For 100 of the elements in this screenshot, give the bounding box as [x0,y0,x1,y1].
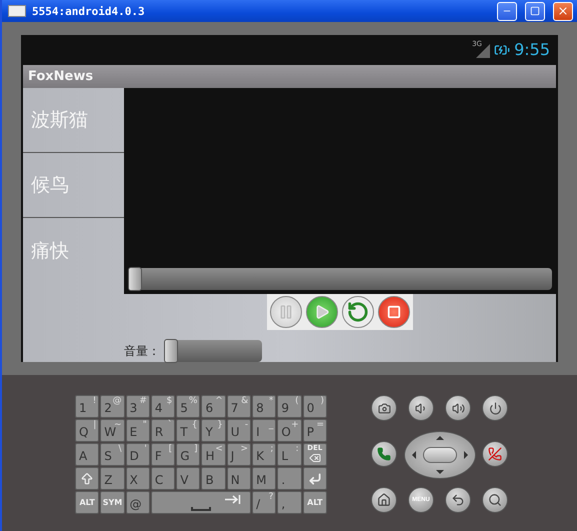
alt-character: # [139,396,147,406]
keyboard-key[interactable]: 6 ^ [201,395,226,418]
right-arrow-icon[interactable] [464,451,468,459]
seek-thumb[interactable] [128,267,142,291]
keyboard-key[interactable]: 0 ) [302,395,327,418]
keyboard-key[interactable]: Z [100,467,125,490]
keyboard-key[interactable]: H< [201,443,226,466]
alt-character: { [192,420,198,430]
keyboard-key[interactable]: E " [126,419,150,442]
alt-character: % [188,396,198,406]
alt-character: | [93,420,96,430]
space-key[interactable] [150,491,252,514]
keyboard-key[interactable]: B [201,467,226,490]
volume-up-icon [452,402,464,414]
keyboard-key[interactable]: P = [302,419,327,442]
up-arrow-icon[interactable] [436,436,444,440]
stop-button[interactable] [378,296,410,328]
home-icon [377,493,391,507]
dpad-center-button[interactable] [422,447,456,463]
volume-down-icon [414,402,428,414]
play-button[interactable] [306,296,338,328]
clock: 9:55 [514,40,550,60]
end-call-icon [488,447,502,461]
keyboard-key[interactable]: N [226,467,252,490]
keyboard-key[interactable]: , [277,491,302,514]
alt-character: + [291,420,299,430]
keyboard-key[interactable]: G ] [176,443,200,466]
stop-icon [387,305,401,319]
volume-slider[interactable] [164,340,262,362]
keyboard-key[interactable]: R ` [150,419,176,442]
keyboard-key[interactable]: A [75,443,100,466]
keyboard-key[interactable]: 5% [176,395,200,418]
replay-icon [347,301,369,323]
replay-button[interactable] [342,296,374,328]
keyboard-key[interactable]: 7 & [226,395,252,418]
alt-character: & [241,396,248,406]
keyboard-key[interactable]: O+ [277,419,302,442]
pause-button[interactable] [270,296,302,328]
end-call-button[interactable] [482,441,508,467]
enter-icon [308,472,322,486]
keyboard-key[interactable]: I _ [252,419,276,442]
volume-label: 音量： [124,342,160,360]
call-button[interactable] [371,441,397,467]
keyboard-key[interactable]: M [252,467,276,490]
keyboard-key[interactable]: J > [226,443,252,466]
keyboard-key[interactable]: Q | [75,419,100,442]
keyboard-key[interactable]: Y } [201,419,226,442]
keyboard-key[interactable]: ALT [302,491,327,514]
keyboard-key[interactable]: K ; [252,443,276,466]
volume-down-button[interactable] [408,395,434,421]
maximize-button[interactable] [525,2,545,20]
keyboard-key[interactable]: X [126,467,150,490]
alt-character: ( [295,396,299,406]
keyboard-key[interactable]: 1 ! [75,395,100,418]
keyboard-key[interactable]: C [150,467,176,490]
keyboard-key[interactable]: D ' [126,443,150,466]
back-button[interactable] [445,487,471,513]
down-arrow-icon[interactable] [436,470,444,474]
window-title: 5554:android4.0.3 [32,4,146,18]
keyboard-key[interactable]: @ [126,491,150,514]
left-arrow-icon[interactable] [412,451,416,459]
keyboard-key[interactable]: 8 * [252,395,276,418]
keyboard-key[interactable]: 2@ [100,395,125,418]
camera-button[interactable] [371,395,397,421]
volume-thumb[interactable] [164,339,178,363]
alt-character: ' [144,444,147,454]
close-button[interactable] [553,2,573,20]
minimize-button[interactable] [497,2,517,20]
power-button[interactable] [482,395,508,421]
keyboard-key[interactable]: U - [226,419,252,442]
keyboard-key[interactable]: 9 ( [277,395,302,418]
alt-character: ~ [114,420,122,430]
alt-character: _ [268,420,274,430]
search-icon [488,493,502,507]
volume-up-button[interactable] [445,395,471,421]
alt-character: ` [168,420,172,430]
enter-key[interactable] [302,467,327,490]
keyboard-key[interactable]: S \ [100,443,125,466]
keyboard-key[interactable]: 3 # [126,395,150,418]
alt-character: = [316,420,324,430]
alt-character: ? [268,492,274,502]
keyboard-key[interactable]: ALT [75,491,100,514]
alt-character: ] [194,444,198,454]
keyboard-key[interactable]: W~ [100,419,125,442]
alt-character: @ [112,396,122,406]
space-icon [190,507,211,511]
keyboard-key[interactable]: V [176,467,200,490]
keyboard-key[interactable]: T { [176,419,200,442]
keyboard-key[interactable]: L : [277,443,302,466]
keyboard-key[interactable]: . [277,467,302,490]
search-button[interactable] [482,487,508,513]
alt-character: [ [168,444,172,454]
keyboard-key[interactable]: SYM [100,491,125,514]
pause-icon [278,304,294,320]
shift-key[interactable] [75,467,100,490]
keyboard-key[interactable]: F [ [150,443,176,466]
keyboard-key[interactable]: / ? [252,491,276,514]
alt-character: ! [92,396,96,406]
keyboard-key[interactable]: 4 $ [150,395,176,418]
home-button[interactable] [371,487,397,513]
